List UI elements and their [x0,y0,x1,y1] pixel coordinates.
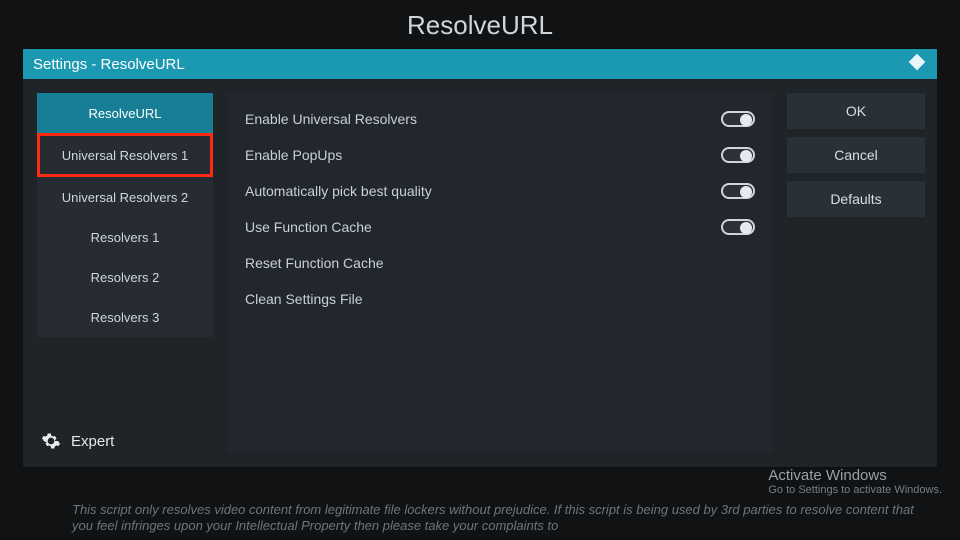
addon-description: This script only resolves video content … [72,502,930,535]
toggle-switch[interactable] [721,183,755,199]
sidebar-item-label: Universal Resolvers 2 [62,190,188,205]
setting-label: Use Function Cache [245,219,372,235]
sidebar-item-resolvers-1[interactable]: Resolvers 1 [37,217,213,257]
sidebar-item-resolveurl[interactable]: ResolveURL [37,93,213,133]
sidebar-item-label: Universal Resolvers 1 [62,148,188,163]
watermark-subtitle: Go to Settings to activate Windows. [768,484,942,496]
ok-button[interactable]: OK [787,93,925,129]
setting-label: Enable PopUps [245,147,342,163]
setting-reset-function-cache[interactable]: Reset Function Cache [245,245,755,281]
sidebar-item-resolvers-2[interactable]: Resolvers 2 [37,257,213,297]
gear-icon [41,431,61,451]
toggle-switch[interactable] [721,219,755,235]
settings-level-button[interactable]: Expert [37,425,213,453]
defaults-button[interactable]: Defaults [787,181,925,217]
setting-label: Automatically pick best quality [245,183,432,199]
sidebar-item-universal-resolvers-1[interactable]: Universal Resolvers 1 [37,133,213,177]
action-buttons: OK Cancel Defaults [787,93,925,453]
dialog-header: Settings - ResolveURL [23,49,937,79]
dialog-body: ResolveURL Universal Resolvers 1 Univers… [23,79,937,467]
setting-enable-universal-resolvers[interactable]: Enable Universal Resolvers [245,101,755,137]
sidebar-item-label: Resolvers 2 [91,270,160,285]
setting-use-function-cache[interactable]: Use Function Cache [245,209,755,245]
watermark-title: Activate Windows [768,467,942,484]
setting-label: Clean Settings File [245,291,363,307]
setting-clean-settings-file[interactable]: Clean Settings File [245,281,755,317]
dialog-title: Settings - ResolveURL [33,56,185,73]
kodi-logo-icon [907,52,927,76]
setting-label: Reset Function Cache [245,255,384,271]
sidebar-item-universal-resolvers-2[interactable]: Universal Resolvers 2 [37,177,213,217]
setting-enable-popups[interactable]: Enable PopUps [245,137,755,173]
settings-level-label: Expert [71,433,114,450]
toggle-switch[interactable] [721,111,755,127]
cancel-button[interactable]: Cancel [787,137,925,173]
setting-auto-pick-quality[interactable]: Automatically pick best quality [245,173,755,209]
sidebar-item-label: Resolvers 1 [91,230,160,245]
sidebar-item-label: ResolveURL [89,106,162,121]
app-title: ResolveURL [0,0,960,49]
settings-dialog: Settings - ResolveURL ResolveURL Univers… [22,48,938,468]
sidebar-item-resolvers-3[interactable]: Resolvers 3 [37,297,213,337]
settings-panel: Enable Universal Resolvers Enable PopUps… [227,93,773,453]
category-sidebar: ResolveURL Universal Resolvers 1 Univers… [37,93,213,453]
sidebar-item-label: Resolvers 3 [91,310,160,325]
windows-activation-watermark: Activate Windows Go to Settings to activ… [768,467,942,496]
toggle-switch[interactable] [721,147,755,163]
setting-label: Enable Universal Resolvers [245,111,417,127]
